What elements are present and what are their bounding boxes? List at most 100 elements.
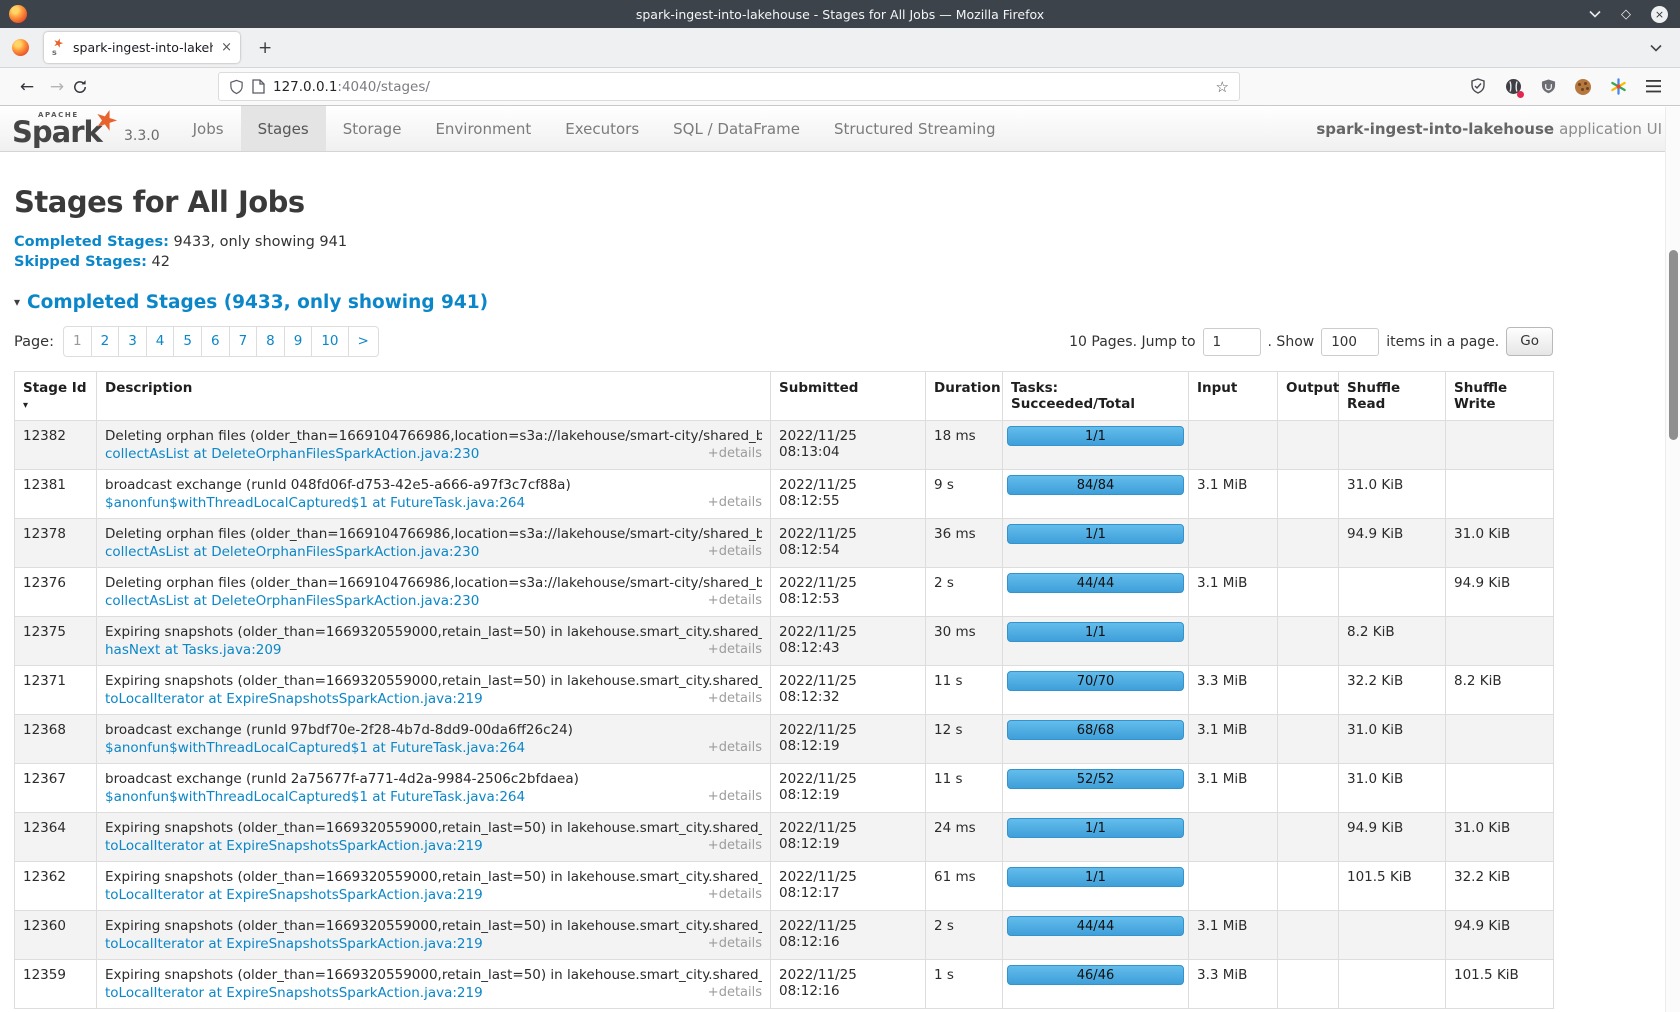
completed-stages-section-header[interactable]: ▾Completed Stages (9433, only showing 94… <box>14 292 1666 313</box>
page-button-5[interactable]: 5 <box>173 326 202 357</box>
page-button-1[interactable]: 1 <box>63 326 92 357</box>
stage-detail-link[interactable]: toLocalIterator at ExpireSnapshotsSparkA… <box>105 838 483 854</box>
nav-tab-storage[interactable]: Storage <box>326 106 419 151</box>
details-toggle[interactable]: +details <box>708 495 762 510</box>
page-next-button[interactable]: > <box>348 326 379 357</box>
extension-shield-check-icon[interactable] <box>1469 78 1487 96</box>
stage-description-cell: Expiring snapshots (older_than=166932055… <box>97 862 771 911</box>
column-header-shuffle-write[interactable]: Shuffle Write <box>1446 372 1554 421</box>
duration: 61 ms <box>926 862 1003 911</box>
submitted-time: 2022/11/25 08:12:16 <box>771 911 926 960</box>
details-toggle[interactable]: +details <box>708 838 762 853</box>
page-button-7[interactable]: 7 <box>229 326 258 357</box>
shield-permissions-icon[interactable] <box>229 79 244 95</box>
page-button-2[interactable]: 2 <box>91 326 120 357</box>
column-header-duration[interactable]: Duration <box>926 372 1003 421</box>
details-toggle[interactable]: +details <box>708 544 762 559</box>
browser-tab[interactable]: ★s spark-ingest-into-lakehous × <box>44 32 240 63</box>
stage-row-12368: 12368broadcast exchange (runId 97bdf70e-… <box>15 715 1554 764</box>
output-size <box>1278 911 1339 960</box>
jump-to-input[interactable] <box>1203 328 1261 356</box>
nav-tab-executors[interactable]: Executors <box>548 106 656 151</box>
bookmark-star-icon[interactable]: ☆ <box>1216 78 1229 96</box>
details-toggle[interactable]: +details <box>708 446 762 461</box>
page-button-9[interactable]: 9 <box>284 326 313 357</box>
submitted-time: 2022/11/25 08:12:43 <box>771 617 926 666</box>
stage-detail-link[interactable]: toLocalIterator at ExpireSnapshotsSparkA… <box>105 936 483 952</box>
details-toggle[interactable]: +details <box>708 887 762 902</box>
details-toggle[interactable]: +details <box>708 642 762 657</box>
page-button-8[interactable]: 8 <box>256 326 285 357</box>
column-header-submitted[interactable]: Submitted <box>771 372 926 421</box>
column-header-stage-id[interactable]: Stage Id ▾ <box>15 372 97 421</box>
details-toggle[interactable]: +details <box>708 593 762 608</box>
details-toggle[interactable]: +details <box>708 789 762 804</box>
stages-table-body: 12382Deleting orphan files (older_than=1… <box>15 421 1554 1009</box>
stage-detail-link[interactable]: $anonfun$withThreadLocalCaptured$1 at Fu… <box>105 789 525 805</box>
page-scrollbar[interactable] <box>1665 107 1680 1012</box>
spark-logo[interactable]: APACHE Spark ★ <box>12 106 120 151</box>
stage-detail-link[interactable]: toLocalIterator at ExpireSnapshotsSparkA… <box>105 887 483 903</box>
stage-row-12382: 12382Deleting orphan files (older_than=1… <box>15 421 1554 470</box>
items-per-page-input[interactable] <box>1321 328 1379 356</box>
list-tabs-chevron-icon[interactable] <box>1650 44 1662 52</box>
stage-row-12371: 12371Expiring snapshots (older_than=1669… <box>15 666 1554 715</box>
tasks-cell: 70/70 <box>1003 666 1189 715</box>
details-toggle[interactable]: +details <box>708 740 762 755</box>
scrollbar-thumb[interactable] <box>1669 250 1678 440</box>
nav-tab-structured-streaming[interactable]: Structured Streaming <box>817 106 1013 151</box>
stage-detail-link[interactable]: toLocalIterator at ExpireSnapshotsSparkA… <box>105 985 483 1001</box>
tasks-cell: 84/84 <box>1003 470 1189 519</box>
tab-close-icon[interactable]: × <box>219 40 232 55</box>
column-header-tasks-succeeded-total[interactable]: Tasks: Succeeded/Total <box>1003 372 1189 421</box>
stage-detail-link[interactable]: hasNext at Tasks.java:209 <box>105 642 282 658</box>
nav-tab-environment[interactable]: Environment <box>418 106 548 151</box>
new-tab-button[interactable]: + <box>258 38 272 58</box>
stage-detail-link[interactable]: $anonfun$withThreadLocalCaptured$1 at Fu… <box>105 495 525 511</box>
details-toggle[interactable]: +details <box>708 691 762 706</box>
page-info-icon[interactable] <box>252 79 265 94</box>
output-size <box>1278 568 1339 617</box>
window-menu-chevron-icon[interactable] <box>1589 10 1601 18</box>
column-header-description[interactable]: Description <box>97 372 771 421</box>
input-size: 3.1 MiB <box>1189 764 1278 813</box>
column-header-output[interactable]: Output <box>1278 372 1339 421</box>
extension-ublock-icon[interactable] <box>1539 78 1557 96</box>
nav-tab-jobs[interactable]: Jobs <box>176 106 241 151</box>
stage-detail-link[interactable]: collectAsList at DeleteOrphanFilesSparkA… <box>105 544 479 560</box>
column-header-input[interactable]: Input <box>1189 372 1278 421</box>
extension-privacy-badger-icon[interactable] <box>1504 78 1522 96</box>
stage-detail-link[interactable]: collectAsList at DeleteOrphanFilesSparkA… <box>105 593 479 609</box>
url-text[interactable]: 127.0.0.1:4040/stages/ <box>273 79 1208 95</box>
stage-description: broadcast exchange (runId 2a75677f-a771-… <box>105 771 762 787</box>
go-button[interactable]: Go <box>1506 327 1553 356</box>
url-bar[interactable]: 127.0.0.1:4040/stages/ ☆ <box>218 72 1240 101</box>
input-size <box>1189 617 1278 666</box>
details-toggle[interactable]: +details <box>708 985 762 1000</box>
page-button-10[interactable]: 10 <box>311 326 348 357</box>
stage-detail-link[interactable]: $anonfun$withThreadLocalCaptured$1 at Fu… <box>105 740 525 756</box>
reload-button[interactable] <box>72 79 102 95</box>
maximize-icon[interactable]: ◇ <box>1621 7 1631 22</box>
extension-cookie-icon[interactable] <box>1574 78 1592 96</box>
page-button-4[interactable]: 4 <box>146 326 175 357</box>
menu-hamburger-icon[interactable] <box>1644 78 1662 96</box>
stage-detail-link[interactable]: collectAsList at DeleteOrphanFilesSparkA… <box>105 446 479 462</box>
nav-tab-stages[interactable]: Stages <box>241 106 326 151</box>
stage-detail-link[interactable]: toLocalIterator at ExpireSnapshotsSparkA… <box>105 691 483 707</box>
stage-id: 12360 <box>15 911 97 960</box>
page-button-3[interactable]: 3 <box>118 326 147 357</box>
nav-tab-sql-dataframe[interactable]: SQL / DataFrame <box>656 106 817 151</box>
page-button-6[interactable]: 6 <box>201 326 230 357</box>
extension-colorful-asterisk-icon[interactable] <box>1609 78 1627 96</box>
details-toggle[interactable]: +details <box>708 936 762 951</box>
shuffle-write-size: 94.9 KiB <box>1446 568 1554 617</box>
stage-description-cell: Expiring snapshots (older_than=166932055… <box>97 666 771 715</box>
output-size <box>1278 421 1339 470</box>
collapse-arrow-icon[interactable]: ▾ <box>14 295 20 309</box>
stage-row-12367: 12367broadcast exchange (runId 2a75677f-… <box>15 764 1554 813</box>
close-window-icon[interactable]: × <box>1651 6 1668 23</box>
back-button[interactable]: ← <box>12 77 42 97</box>
column-header-shuffle-read[interactable]: Shuffle Read <box>1339 372 1446 421</box>
input-size: 3.1 MiB <box>1189 715 1278 764</box>
